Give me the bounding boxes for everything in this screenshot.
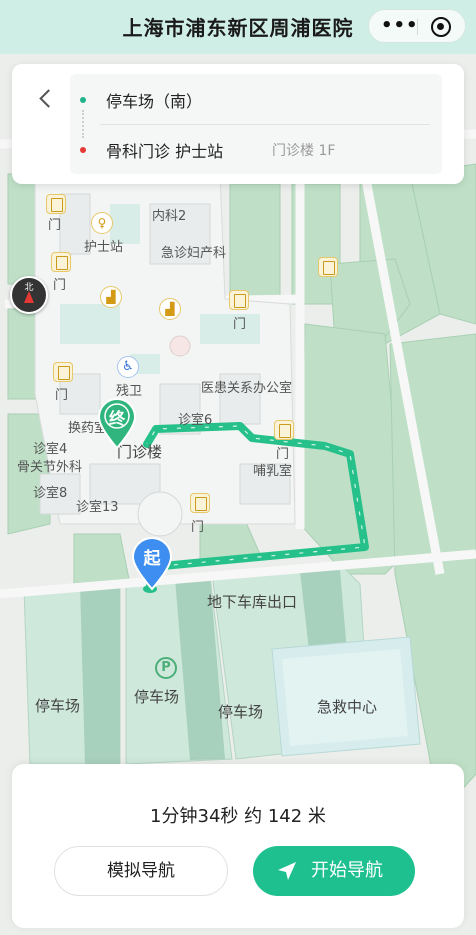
destination-field[interactable]: 骨科门诊 护士站: [106, 138, 223, 162]
map-label: 停车场: [218, 703, 264, 721]
map-label: 门: [191, 520, 205, 535]
map-label: 诊室4: [33, 442, 68, 457]
map-label: 骨关节外科: [17, 460, 83, 475]
nurse-station-icon[interactable]: ♀: [91, 212, 113, 234]
map-label: 医患关系办公室: [201, 381, 293, 396]
start-navigation-label: 开始导航: [311, 860, 383, 881]
destination-dot-icon: [80, 147, 86, 153]
destination-pin-label: 终: [108, 409, 125, 428]
compass-needle: [24, 291, 34, 303]
map-label: 地下车库出口: [207, 593, 298, 611]
navigation-arrow-icon: [278, 862, 296, 880]
door-icon[interactable]: [318, 257, 338, 277]
destination-floor: 门诊楼 1F: [272, 143, 336, 159]
map-label: 护士站: [84, 240, 124, 255]
simulate-navigation-button[interactable]: 模拟导航: [54, 846, 228, 896]
route-card: 停车场（南） 骨科门诊 护士站 门诊楼 1F: [12, 64, 464, 184]
door-icon[interactable]: [274, 420, 294, 440]
door-icon[interactable]: [229, 290, 249, 310]
destination-pin[interactable]: 终: [96, 397, 138, 449]
start-navigation-button[interactable]: 开始导航: [253, 846, 415, 896]
map-label: 诊室6: [178, 413, 213, 428]
stairs-icon[interactable]: ▟: [159, 298, 181, 320]
route-summary: 1分钟34秒 约 142 米: [150, 806, 326, 827]
origin-dot-icon: [80, 97, 86, 103]
map-label: 急诊妇产科: [161, 246, 227, 261]
target-icon[interactable]: [431, 17, 451, 37]
route-connector: [82, 110, 84, 138]
origin-field[interactable]: 停车场（南）: [106, 88, 202, 112]
more-dots-icon[interactable]: •••: [381, 15, 418, 36]
stairs-icon[interactable]: ▟: [100, 286, 122, 308]
map-label: 诊室13: [76, 500, 119, 515]
door-icon[interactable]: [51, 252, 71, 272]
parking-icon[interactable]: P: [155, 657, 177, 679]
compass-icon[interactable]: 北: [10, 276, 48, 314]
map-label: 哺乳室: [253, 464, 293, 479]
map-label: 门: [53, 278, 67, 293]
miniprogram-capsule: •••: [368, 9, 466, 43]
accessible-toilet-icon[interactable]: ♿: [117, 356, 139, 378]
start-pin-label: 起: [143, 549, 161, 569]
door-icon[interactable]: [53, 362, 73, 382]
map-label: 停车场: [134, 688, 180, 706]
door-icon[interactable]: [190, 493, 210, 513]
title-bar: 上海市浦东新区周浦医院 •••: [0, 0, 476, 54]
map-label: 急救中心: [317, 698, 378, 716]
navigation-sheet: 1分钟34秒 约 142 米 模拟导航 开始导航: [12, 764, 464, 928]
map-label: 诊室8: [33, 486, 68, 501]
map-label: 内科2: [152, 209, 187, 224]
map-label: 门: [233, 317, 247, 332]
back-icon[interactable]: [34, 86, 58, 110]
map-label: 门: [48, 218, 62, 233]
start-pin[interactable]: 起: [130, 535, 174, 591]
door-icon[interactable]: [46, 194, 66, 214]
field-divider: [100, 124, 430, 125]
capsule-divider: [417, 19, 418, 35]
map-label: 停车场: [35, 697, 81, 715]
map-label: 门: [55, 388, 69, 403]
route-fields: 停车场（南） 骨科门诊 护士站 门诊楼 1F: [70, 74, 442, 174]
